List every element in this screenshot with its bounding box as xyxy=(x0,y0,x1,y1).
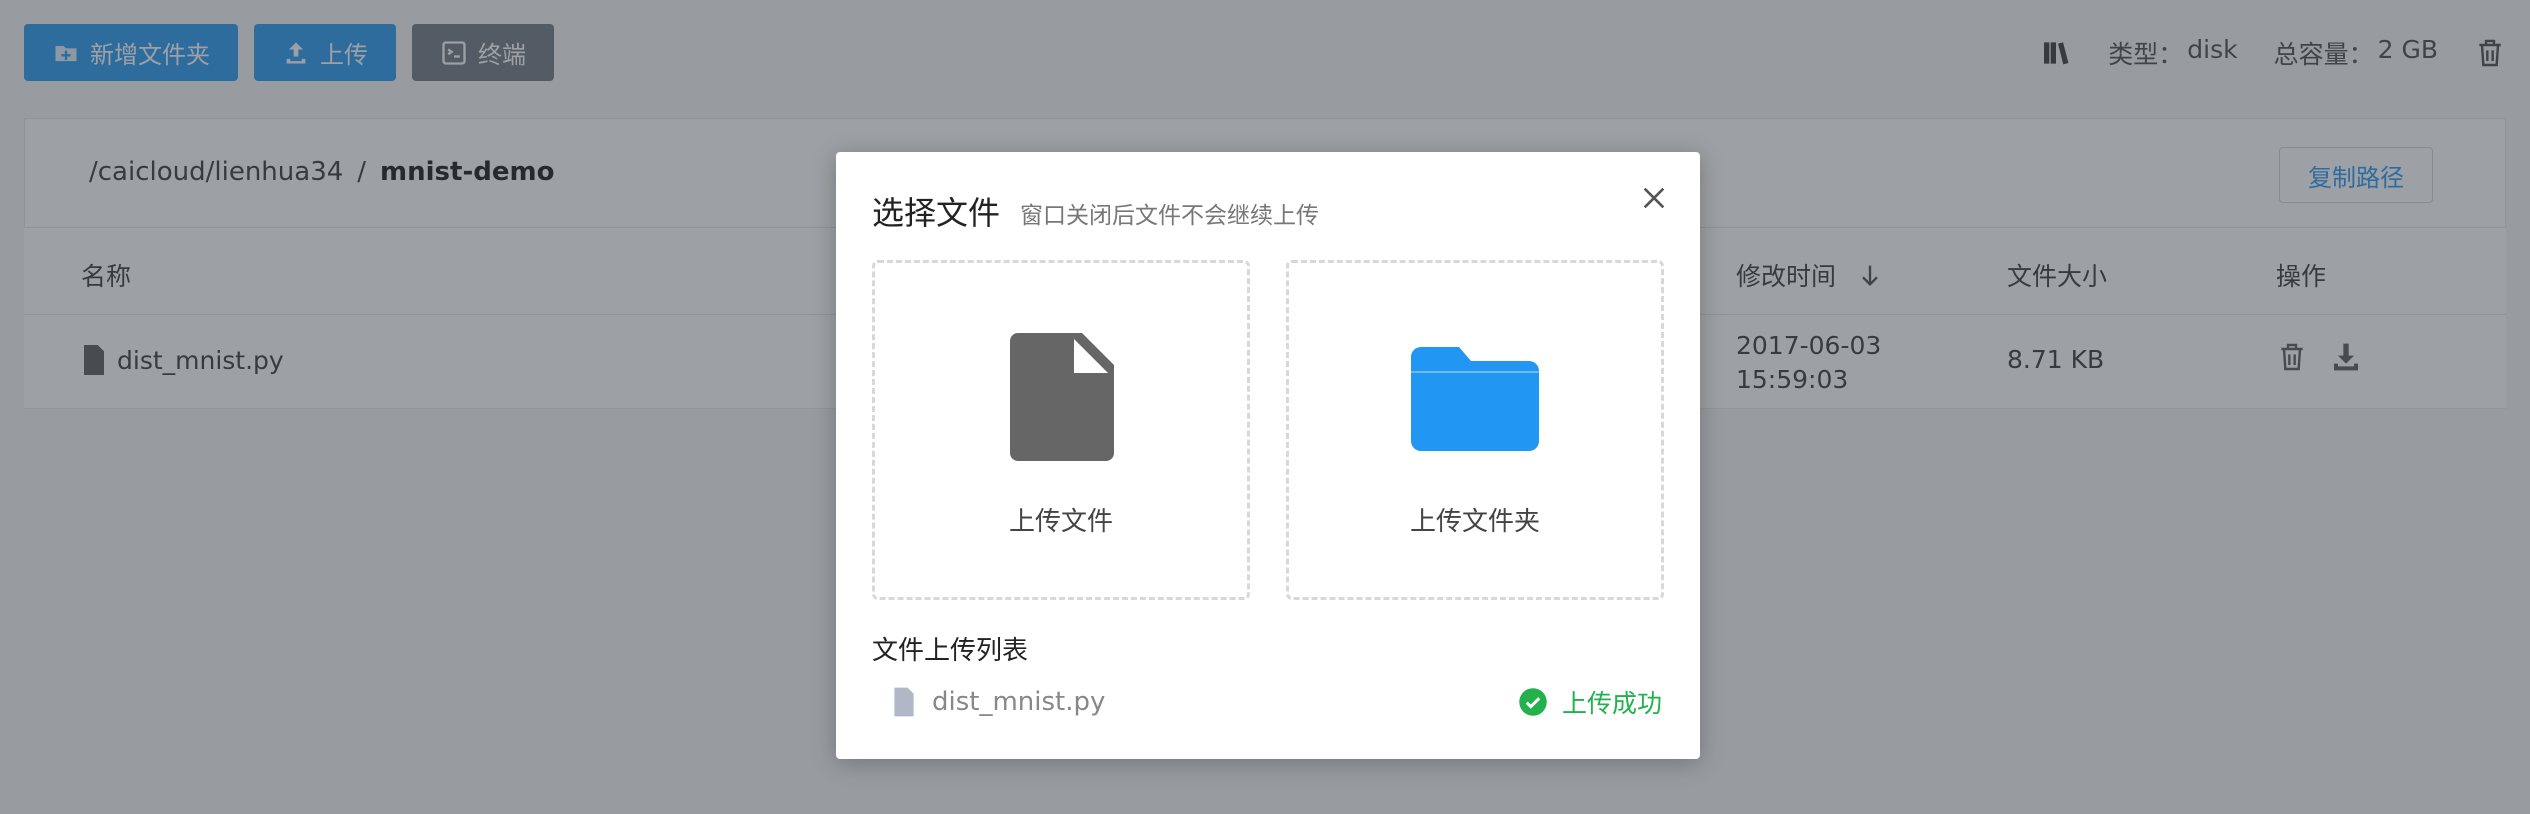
modal-subtitle: 窗口关闭后文件不会继续上传 xyxy=(1020,203,1319,229)
upload-folder-dropzone[interactable]: 上传文件夹 xyxy=(1286,260,1664,600)
check-circle-icon xyxy=(1519,688,1547,716)
file-icon xyxy=(894,687,914,717)
upload-file-label: 上传文件 xyxy=(1008,507,1113,537)
upload-status-label: 上传成功 xyxy=(1561,689,1662,718)
upload-status: 上传成功 xyxy=(1518,684,1662,720)
upload-list-item: dist_mnist.py 上传成功 xyxy=(892,682,1662,722)
upload-folder-label: 上传文件夹 xyxy=(1409,507,1540,537)
upload-filename: dist_mnist.py xyxy=(932,687,1106,717)
upload-modal: 选择文件 窗口关闭后文件不会继续上传 上传文件 上传文件夹 文件上传列表 dis… xyxy=(836,152,1700,759)
close-icon[interactable] xyxy=(1638,182,1670,214)
file-icon xyxy=(1010,333,1114,461)
upload-file-dropzone[interactable]: 上传文件 xyxy=(872,260,1250,600)
modal-title: 选择文件 xyxy=(872,194,1001,232)
folder-icon xyxy=(1411,347,1539,451)
upload-list-title: 文件上传列表 xyxy=(872,636,1029,666)
